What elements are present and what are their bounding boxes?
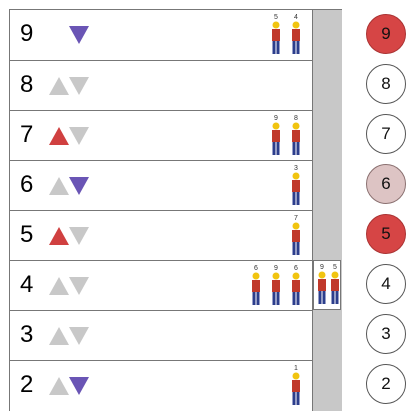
up-arrow-icon[interactable]	[49, 127, 69, 145]
passenger: 9	[269, 115, 283, 156]
passenger-destination: 3	[294, 165, 298, 172]
passenger: 5	[269, 14, 283, 55]
floor-row-2: 21	[10, 360, 312, 410]
down-arrow-icon[interactable]	[69, 77, 89, 95]
floor-row-4: 4 6 9 6	[10, 260, 312, 310]
call-button-floor-4[interactable]: 4	[366, 264, 406, 304]
floor-number: 2	[20, 371, 34, 398]
call-button-floor-7[interactable]: 7	[366, 114, 406, 154]
elevator-shaft	[312, 10, 342, 411]
floor-number: 3	[20, 321, 34, 348]
passenger-destination: 6	[254, 265, 258, 272]
passenger: 3	[289, 165, 303, 206]
call-button-floor-9[interactable]: 9	[366, 14, 406, 54]
up-arrow-icon[interactable]	[49, 77, 69, 95]
floor-number: 4	[20, 271, 34, 298]
passenger: 7	[289, 215, 303, 256]
passenger: 8	[289, 115, 303, 156]
passenger: 4	[289, 14, 303, 55]
floor-number: 7	[20, 121, 34, 148]
up-arrow-icon[interactable]	[49, 227, 69, 245]
passenger: 1	[289, 365, 303, 406]
passenger-destination: 9	[320, 264, 324, 271]
down-arrow-icon[interactable]	[69, 277, 89, 295]
passenger-destination: 8	[294, 115, 298, 122]
down-arrow-icon[interactable]	[69, 127, 89, 145]
floor-row-7: 7 9 8	[10, 110, 312, 160]
passenger-destination: 5	[274, 14, 278, 21]
passenger: 9	[269, 265, 283, 306]
floor-row-5: 57	[10, 210, 312, 260]
passenger: 9	[315, 264, 329, 305]
passenger: 5	[328, 264, 342, 305]
down-arrow-icon[interactable]	[69, 377, 89, 395]
floor-row-6: 63	[10, 160, 312, 210]
floor-row-9: 9 5 4	[10, 10, 312, 60]
passenger-destination: 5	[333, 264, 337, 271]
building: 954879863574696321 95	[9, 9, 342, 411]
down-arrow-icon[interactable]	[69, 227, 89, 245]
passenger: 6	[289, 265, 303, 306]
down-arrow-icon[interactable]	[69, 26, 89, 44]
up-arrow-icon[interactable]	[49, 277, 69, 295]
down-arrow-icon[interactable]	[69, 327, 89, 345]
passenger-destination: 4	[294, 14, 298, 21]
floor-row-8: 8	[10, 60, 312, 110]
up-arrow-icon[interactable]	[49, 177, 69, 195]
passenger-destination: 9	[274, 115, 278, 122]
floor-number: 9	[20, 20, 34, 47]
up-arrow-icon[interactable]	[49, 377, 69, 395]
call-button-floor-2[interactable]: 2	[366, 364, 406, 404]
floor-number: 6	[20, 171, 34, 198]
call-button-floor-5[interactable]: 5	[366, 214, 406, 254]
up-arrow-icon[interactable]	[49, 327, 69, 345]
floor-number: 8	[20, 71, 34, 98]
call-button-floor-6[interactable]: 6	[366, 164, 406, 204]
passenger-destination: 1	[294, 365, 298, 372]
floor-row-3: 3	[10, 310, 312, 360]
elevator-car: 95	[313, 260, 341, 310]
passenger-destination: 9	[274, 265, 278, 272]
down-arrow-icon[interactable]	[69, 177, 89, 195]
call-button-floor-8[interactable]: 8	[366, 64, 406, 104]
passenger-destination: 7	[294, 215, 298, 222]
passenger: 6	[249, 265, 263, 306]
floor-number: 5	[20, 221, 34, 248]
passenger-destination: 6	[294, 265, 298, 272]
call-button-floor-3[interactable]: 3	[366, 314, 406, 354]
